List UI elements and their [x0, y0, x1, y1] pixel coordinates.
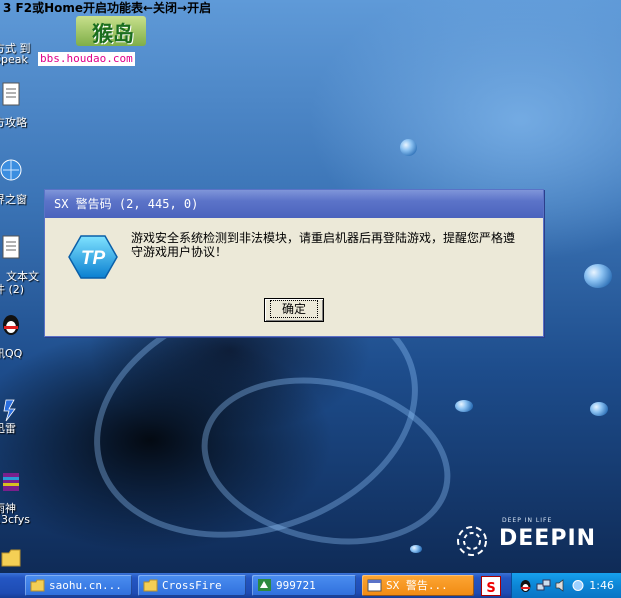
- desktop-icon-label: 界之窗: [0, 193, 27, 206]
- app-icon: [258, 579, 271, 591]
- dialog-title: SX 警告码 (2, 445, 0): [54, 197, 199, 211]
- clock[interactable]: 1:46: [589, 573, 614, 598]
- volume-icon[interactable]: [554, 578, 569, 593]
- task-label: CrossFire: [162, 579, 222, 592]
- desktop-icon-label: 讯QQ: [0, 347, 23, 360]
- deepin-name: DEEPIN: [499, 526, 597, 551]
- desktop-icon-text-file[interactable]: 文本文 件 (2): [0, 235, 40, 296]
- desktop-icon-label: 方攻略: [0, 116, 27, 129]
- system-tray: 1:46: [511, 573, 621, 598]
- thunder-icon: [3, 399, 16, 422]
- archive-icon: [3, 473, 19, 491]
- ok-button[interactable]: 确定: [264, 298, 324, 322]
- watermark-brand: 猴岛: [92, 22, 134, 46]
- houdao-watermark: 猴岛 bbs.houdao.com: [30, 16, 155, 68]
- globe-icon: [0, 159, 22, 181]
- taskbar: saohu.cn... CrossFire 999721 SX 警告... S …: [0, 573, 621, 598]
- folder-icon: [1, 549, 21, 567]
- dialog-titlebar[interactable]: SX 警告码 (2, 445, 0): [45, 190, 543, 218]
- task-sx-warning[interactable]: SX 警告...: [362, 575, 474, 596]
- task-crossfire[interactable]: CrossFire: [138, 575, 246, 596]
- tp-logo-text: TP: [81, 248, 106, 269]
- folder-icon: [143, 579, 158, 592]
- tp-shield-icon: TP: [68, 235, 118, 279]
- task-label: 999721: [276, 579, 316, 592]
- deepin-swirl-icon: [457, 526, 487, 556]
- task-saohu[interactable]: saohu.cn...: [25, 575, 132, 596]
- warning-dialog: SX 警告码 (2, 445, 0) TP 游戏安全系统检测到非法模块，请重启机…: [44, 189, 544, 337]
- task-999721[interactable]: 999721: [252, 575, 356, 596]
- sohu-icon[interactable]: S: [481, 576, 501, 596]
- speaker-tray-icon[interactable]: [572, 579, 584, 592]
- water-drop: [410, 545, 422, 553]
- feature-hint-text: 3 F2或Home开启功能表←关闭→开启: [3, 1, 212, 15]
- document-icon: [2, 235, 20, 259]
- task-label: SX 警告...: [386, 579, 448, 592]
- qq-tray-icon[interactable]: [518, 578, 533, 593]
- water-drop: [455, 400, 473, 412]
- document-icon: [2, 82, 20, 106]
- desktop-icon-guide[interactable]: 方攻略: [0, 82, 40, 129]
- desktop-icon-folder[interactable]: [0, 545, 40, 573]
- desktop-icon-label: 迅雷: [0, 422, 16, 435]
- folder-icon: [30, 579, 45, 592]
- sohu-icon-letter: S: [486, 581, 496, 596]
- network-icon[interactable]: [536, 578, 551, 593]
- water-drop: [590, 402, 608, 416]
- desktop-icon-label: 件 (2): [0, 283, 25, 296]
- dialog-body: TP 游戏安全系统检测到非法模块，请重启机器后再登陆游戏，提醒您严格遵守游戏用户…: [45, 218, 543, 335]
- water-drop: [400, 139, 417, 156]
- desktop-icon-label: 13cfys: [0, 513, 30, 526]
- watermark-url: bbs.houdao.com: [38, 52, 135, 66]
- penguin-icon: [3, 315, 19, 335]
- deepin-tagline: DEEP IN LIFE: [502, 517, 553, 524]
- desktop-icon-label: Speak: [0, 53, 28, 66]
- deepin-logo: DEEP IN LIFE DEEPIN: [450, 515, 595, 565]
- desktop-icon-rain-god[interactable]: 雨神 13cfys: [0, 470, 40, 526]
- task-label: saohu.cn...: [49, 579, 122, 592]
- water-drop: [584, 264, 612, 288]
- desktop-icon-thunder[interactable]: 迅雷: [0, 398, 40, 435]
- desktop-icon-world-window[interactable]: 界之窗: [0, 158, 40, 206]
- window-icon: [367, 579, 382, 592]
- ok-button-label: 确定: [269, 300, 318, 318]
- desktop-icon-qq[interactable]: 讯QQ: [0, 312, 40, 360]
- dialog-message: 游戏安全系统检测到非法模块，请重启机器后再登陆游戏，提醒您严格遵守游戏用户协议！: [131, 231, 516, 259]
